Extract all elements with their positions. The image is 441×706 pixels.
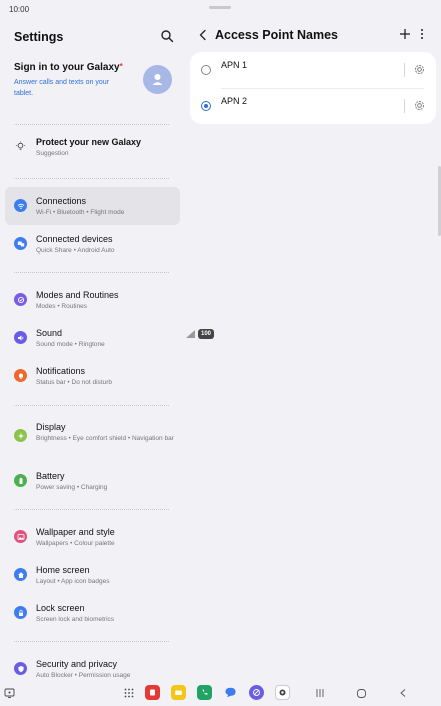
item-sub: Power saving • Charging [36,484,108,491]
battery-status-icon [19,477,22,484]
item-sub: Quick Share • Android Auto [36,247,115,254]
lightbulb-icon [15,141,26,150]
messages-app-icon[interactable] [223,685,238,700]
item-sub: Brightness • Eye comfort shield • Naviga… [36,435,174,442]
gallery-app-icon[interactable] [145,685,160,700]
item-label: Connected devices [36,234,113,244]
divider [404,99,405,113]
apn-item[interactable]: APN 1 [190,52,436,88]
apn-radio[interactable] [201,65,211,75]
modes-icon [17,296,24,303]
more-options-icon[interactable] [417,27,427,41]
item-label: Security and privacy [36,659,118,669]
sidebar-item-modes-routines[interactable]: Modes and Routines Modes • Routines [5,281,180,319]
sidebar-item-sound[interactable]: Sound Sound mode • Ringtone [5,319,180,357]
item-label: Protect your new Galaxy [36,137,142,147]
sidebar-item-lock-screen[interactable]: Lock screen Screen lock and biometrics [5,594,180,632]
shield-icon [17,665,24,672]
item-sub: Suggestion [36,150,69,157]
back-arrow-icon[interactable] [198,29,208,41]
sidebar-item-wallpaper-style[interactable]: Wallpaper and style Wallpapers • Colour … [5,518,180,556]
divider [14,405,169,406]
phone-app-icon[interactable] [197,685,212,700]
gear-icon[interactable] [413,63,426,76]
add-icon[interactable] [398,27,412,41]
internet-browser-app-icon[interactable] [249,685,264,700]
search-icon[interactable] [160,29,174,43]
keyboard-helper-icon[interactable] [4,688,15,699]
home-icon [17,571,24,578]
signin-title: Sign in to your Galaxy [14,62,120,73]
settings-title: Settings [14,30,64,44]
folder-app-icon[interactable] [171,685,186,700]
item-label: Battery [36,471,65,481]
settings-panel: Settings Sign in to your Galaxy* Answer … [0,20,186,680]
sidebar-item-notifications[interactable]: Notifications Status bar • Do not distur… [5,357,180,395]
apn-list: APN 1 APN 2 [190,52,436,124]
item-sub: Auto Blocker • Permission usage [36,672,131,679]
item-sub: Wi-Fi • Bluetooth • Flight mode [36,209,125,216]
item-label: Lock screen [36,603,85,613]
sun-icon [17,432,24,439]
bell-icon [18,373,23,379]
item-label: Sound [36,328,63,338]
item-sub: Layout • App icon badges [36,578,110,585]
item-sub: Modes • Routines [36,303,88,310]
divider [404,63,405,77]
page-title: Access Point Names [215,28,338,42]
lock-icon [18,609,23,616]
home-button-icon[interactable] [356,688,367,699]
settings-app-icon[interactable] [275,685,290,700]
speaker-icon [17,335,23,340]
item-label: Wallpaper and style [36,527,115,537]
apn-panel: Access Point Names APN 1 APN 2 [186,20,441,680]
divider [14,124,169,125]
status-bar: 10:00 100 [0,0,441,339]
devices-icon [17,241,24,246]
sidebar-item-connected-devices[interactable]: Connected devices Quick Share • Android … [5,225,180,263]
item-sub: Status bar • Do not disturb [36,379,112,386]
divider [14,641,169,642]
recent-apps-icon[interactable] [315,688,325,698]
person-icon [152,74,163,85]
divider [14,272,169,273]
divider [14,509,169,510]
samsung-account-signin[interactable]: Sign in to your Galaxy* Answer calls and… [0,58,186,104]
item-label: Connections [36,196,87,206]
wifi-icon [17,203,24,209]
sidebar-item-home-screen[interactable]: Home screen Layout • App icon badges [5,556,180,594]
item-sub: Wallpapers • Colour palette [36,540,115,547]
item-sub: Screen lock and biometrics [36,616,115,623]
sidebar-item-display[interactable]: Display Brightness • Eye comfort shield … [5,413,180,461]
taskbar [0,680,441,706]
sidebar-item-battery[interactable]: Battery Power saving • Charging [5,462,180,500]
suggestion-protect-galaxy[interactable]: Protect your new Galaxy Suggestion [5,128,180,166]
back-button-icon[interactable] [398,688,408,698]
signin-subtitle: Answer calls and texts on your tablet. [14,79,109,97]
apn-name: APN 1 [221,60,248,70]
image-icon [17,533,24,540]
item-label: Home screen [36,565,90,575]
apn-name: APN 2 [221,96,248,106]
item-label: Modes and Routines [36,290,119,300]
status-time: 10:00 [9,5,30,14]
sidebar-item-connections[interactable]: Connections Wi-Fi • Bluetooth • Flight m… [5,187,180,225]
item-label: Display [36,422,66,432]
apn-item[interactable]: APN 2 [190,88,436,124]
avatar [143,65,172,94]
gear-icon[interactable] [413,99,426,112]
notification-dot: * [119,62,123,71]
item-label: Notifications [36,366,86,376]
divider [14,178,169,179]
apn-radio-selected[interactable] [201,101,211,111]
app-drawer-icon[interactable] [124,688,134,698]
item-sub: Sound mode • Ringtone [36,341,105,348]
